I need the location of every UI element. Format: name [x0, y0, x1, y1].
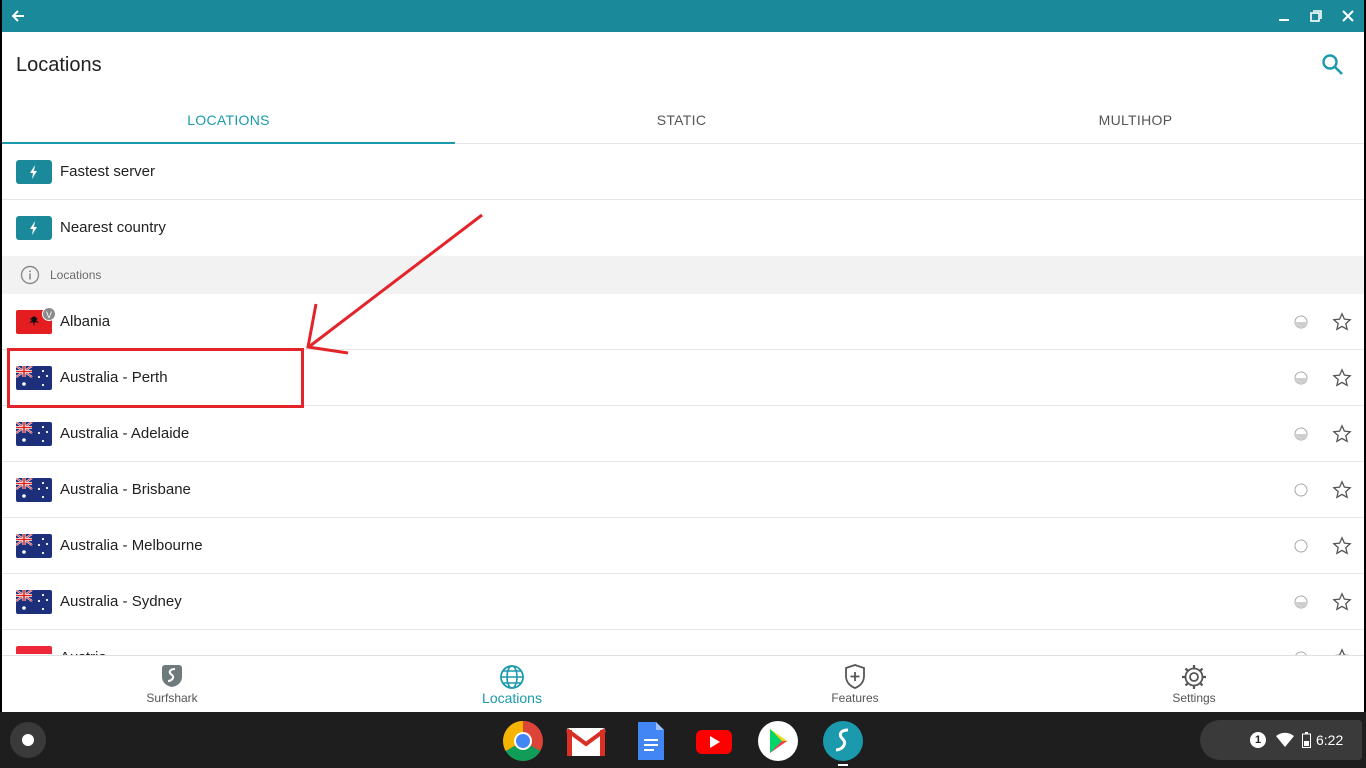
- search-button[interactable]: [1320, 52, 1346, 78]
- location-item-albania[interactable]: V Albania: [2, 294, 1364, 350]
- star-icon[interactable]: [1332, 480, 1352, 500]
- star-icon[interactable]: [1332, 592, 1352, 612]
- maximize-button[interactable]: [1300, 0, 1332, 32]
- search-icon: [1322, 54, 1343, 75]
- active-app-indicator: [838, 764, 848, 766]
- australia-flag: [16, 478, 52, 502]
- tab-bar: LOCATIONS STATIC MULTIHOP: [2, 96, 1364, 144]
- minimize-icon: [1279, 19, 1289, 21]
- close-button[interactable]: [1332, 0, 1364, 32]
- title-bar: [2, 0, 1364, 32]
- tab-locations[interactable]: LOCATIONS: [2, 96, 455, 144]
- nav-label: Locations: [482, 690, 542, 706]
- wifi-icon: [1276, 732, 1294, 747]
- location-label: Australia - Adelaide: [60, 425, 190, 442]
- docs-icon[interactable]: [630, 720, 672, 762]
- australia-flag: [16, 534, 52, 558]
- server-load-empty-icon: [1294, 483, 1308, 497]
- globe-icon: [500, 665, 524, 689]
- nav-label: Settings: [1172, 691, 1216, 705]
- server-load-empty-icon: [1294, 539, 1308, 553]
- app-bar: Locations: [2, 32, 1364, 96]
- launcher-button[interactable]: [10, 722, 46, 758]
- server-load-half-icon: [1294, 595, 1308, 609]
- nav-settings[interactable]: Settings: [1024, 656, 1364, 712]
- server-load-half-icon: [1294, 315, 1308, 329]
- server-load-half-icon: [1294, 371, 1308, 385]
- nearest-country-item[interactable]: Nearest country: [2, 200, 1364, 256]
- annotation-highlight-box: [7, 348, 304, 408]
- launcher-icon: [22, 734, 34, 746]
- australia-flag: [16, 422, 52, 446]
- bottom-navigation: Surfshark Locations Features Settings: [2, 655, 1364, 712]
- nav-label: Features: [831, 691, 879, 705]
- locations-section-header: Locations: [2, 256, 1364, 294]
- location-label: Australia - Sydney: [60, 593, 182, 610]
- location-label: Australia - Melbourne: [60, 537, 203, 554]
- location-item-australia-sydney[interactable]: Australia - Sydney: [2, 574, 1364, 630]
- tab-static[interactable]: STATIC: [455, 96, 908, 144]
- nav-features[interactable]: Features: [685, 656, 1025, 712]
- location-item-austria[interactable]: Austria: [2, 630, 1364, 655]
- location-item-australia-brisbane[interactable]: Australia - Brisbane: [2, 462, 1364, 518]
- star-icon[interactable]: [1332, 424, 1352, 444]
- system-tray[interactable]: 1 6:22: [1200, 720, 1362, 760]
- star-icon[interactable]: [1332, 536, 1352, 556]
- play-store-icon[interactable]: [757, 720, 799, 762]
- gmail-icon[interactable]: [565, 720, 607, 762]
- location-label: Austria: [60, 630, 107, 655]
- location-item-australia-melbourne[interactable]: Australia - Melbourne: [2, 518, 1364, 574]
- location-label: Australia - Brisbane: [60, 481, 191, 498]
- os-shelf: 1 6:22: [0, 712, 1366, 768]
- nav-label: Surfshark: [146, 691, 198, 705]
- youtube-icon[interactable]: [693, 720, 735, 762]
- virtual-location-badge: V: [42, 307, 56, 321]
- surfshark-app-icon[interactable]: [822, 720, 864, 762]
- close-icon: [1342, 10, 1354, 22]
- restore-icon: [1310, 10, 1322, 22]
- fastest-server-label: Fastest server: [60, 163, 156, 180]
- clock: 6:22: [1316, 732, 1344, 748]
- server-load-half-icon: [1294, 427, 1308, 441]
- bolt-icon: [16, 160, 52, 184]
- tab-multihop[interactable]: MULTIHOP: [909, 96, 1362, 144]
- page-title: Locations: [16, 54, 102, 76]
- surfshark-icon: [162, 665, 182, 687]
- chrome-icon[interactable]: [502, 720, 544, 762]
- bolt-icon: [16, 216, 52, 240]
- star-icon[interactable]: [1332, 368, 1352, 388]
- location-label: Albania: [60, 313, 111, 330]
- austria-flag: [16, 646, 52, 655]
- location-item-australia-adelaide[interactable]: Australia - Adelaide: [2, 406, 1364, 462]
- info-icon[interactable]: [20, 265, 40, 285]
- australia-flag: [16, 590, 52, 614]
- gear-icon: [1182, 665, 1206, 689]
- shield-plus-icon: [845, 664, 865, 689]
- star-icon[interactable]: [1332, 648, 1352, 655]
- fastest-server-item[interactable]: Fastest server: [2, 144, 1364, 200]
- notification-count-badge: 1: [1250, 732, 1266, 748]
- back-button[interactable]: [2, 0, 34, 32]
- nav-surfshark[interactable]: Surfshark: [2, 656, 342, 712]
- section-label: Locations: [50, 268, 102, 282]
- nav-locations[interactable]: Locations: [342, 656, 682, 712]
- arrow-left-icon: [11, 10, 24, 22]
- nearest-country-label: Nearest country: [60, 219, 166, 236]
- star-icon[interactable]: [1332, 312, 1352, 332]
- battery-icon: [1302, 732, 1311, 748]
- minimize-button[interactable]: [1268, 0, 1300, 32]
